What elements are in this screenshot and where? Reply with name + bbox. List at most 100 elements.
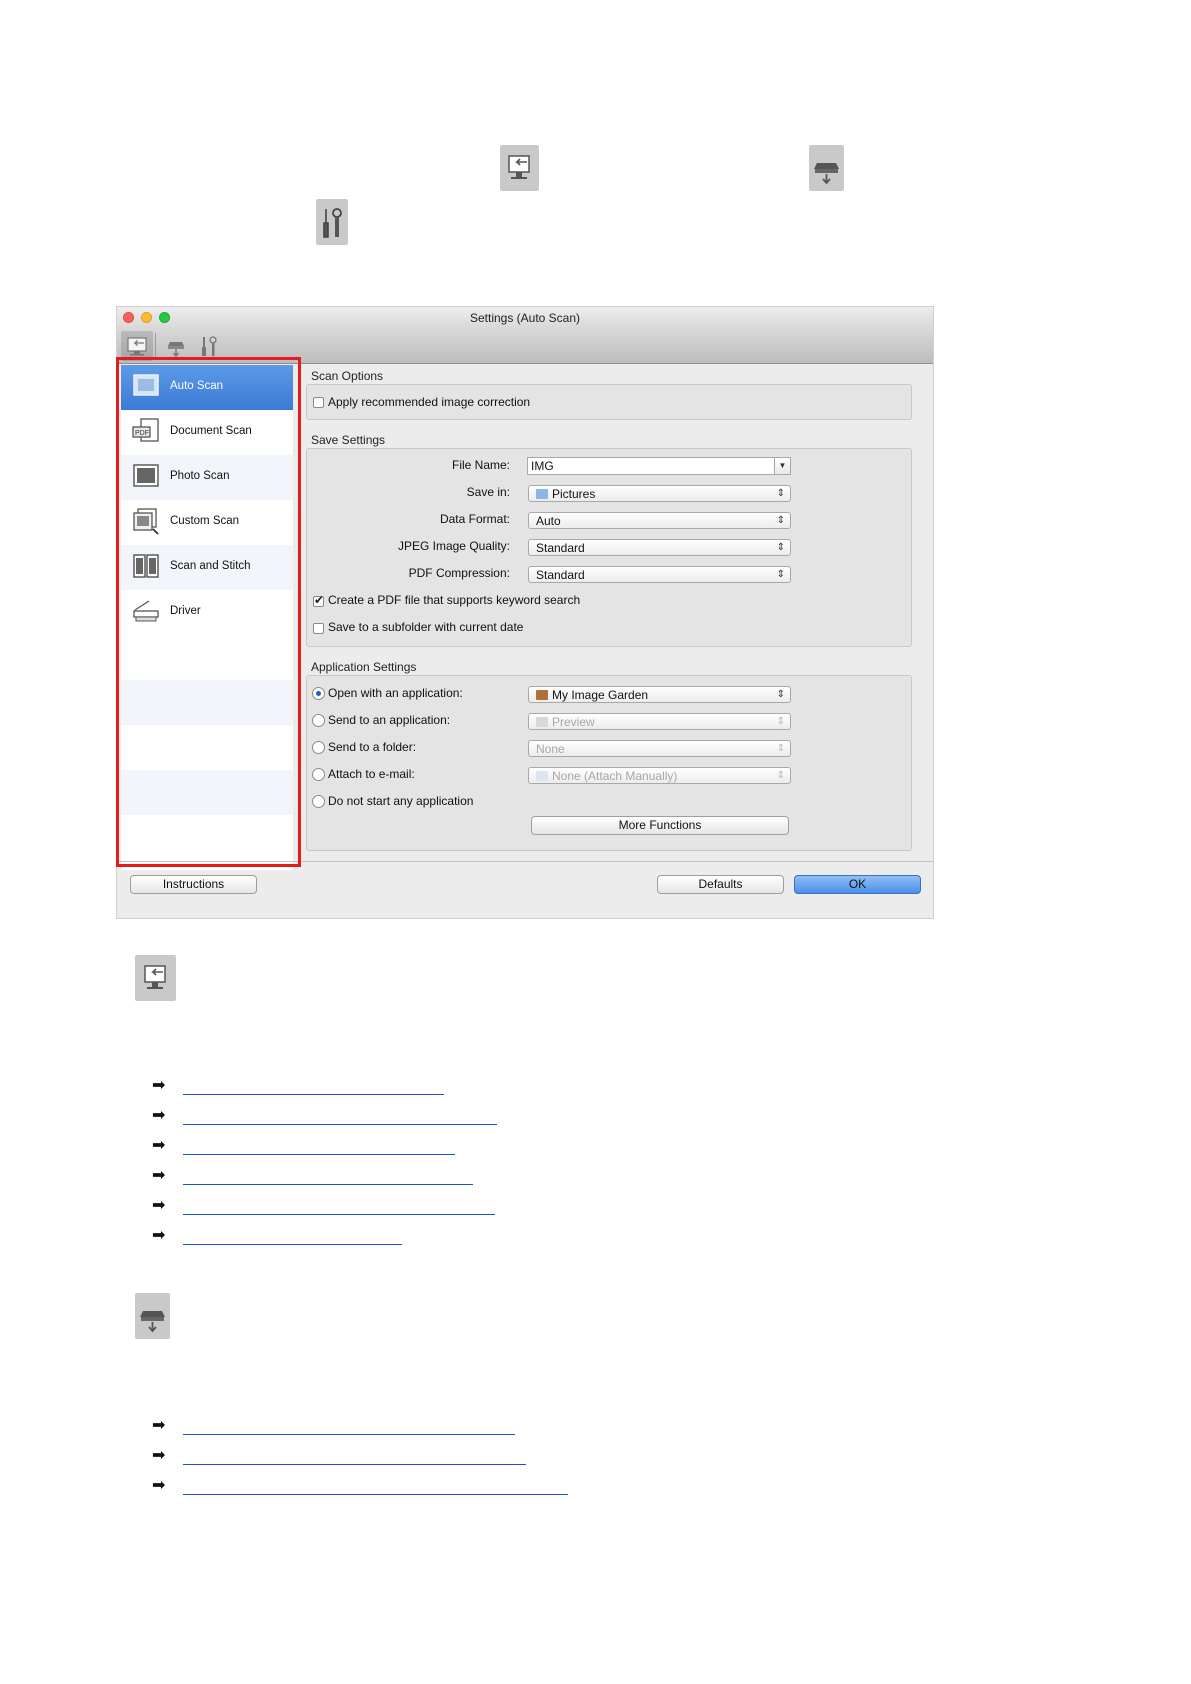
open-with-app-label: Open with an application: — [328, 686, 463, 700]
do-not-start-radio[interactable] — [312, 795, 325, 808]
open-with-app-value: My Image Garden — [552, 688, 649, 702]
pdf-document-icon: PDF — [131, 416, 161, 446]
link[interactable] — [183, 1494, 568, 1495]
updown-arrows-icon: ⇕ — [776, 488, 785, 499]
link[interactable] — [183, 1154, 455, 1155]
computer-scan-icon — [127, 337, 147, 356]
arrow-right-icon: ➡ — [152, 1137, 166, 1154]
subfolder-label: Save to a subfolder with current date — [328, 620, 524, 634]
window-title: Settings (Auto Scan) — [469, 311, 581, 325]
updown-arrows-icon: ⇕ — [776, 569, 785, 580]
jpeg-quality-popup[interactable]: Standard ⇕ — [528, 539, 791, 556]
scan-from-operation-panel-tab[interactable] — [161, 331, 191, 361]
sidebar-empty-row — [121, 635, 293, 680]
send-to-app-label: Send to an application: — [328, 713, 451, 727]
more-functions-button[interactable]: More Functions — [531, 816, 789, 835]
pdf-compression-label: PDF Compression: — [408, 566, 510, 580]
jpeg-quality-value: Standard — [536, 541, 585, 555]
sidebar-item-label: Document Scan — [170, 425, 252, 437]
attach-email-radio[interactable] — [312, 768, 325, 781]
sidebar-item-auto-scan[interactable]: Auto Scan — [121, 365, 293, 410]
arrow-right-icon: ➡ — [152, 1417, 166, 1434]
sidebar-item-custom-scan[interactable]: Custom Scan — [121, 500, 293, 545]
pdf-compression-value: Standard — [536, 568, 585, 582]
updown-arrows-icon: ⇕ — [776, 689, 785, 700]
link[interactable] — [183, 1124, 497, 1125]
send-to-folder-value: None — [536, 742, 565, 756]
tools-icon — [316, 199, 348, 245]
auto-scan-icon — [131, 371, 161, 401]
apply-correction-checkbox[interactable] — [313, 397, 324, 408]
data-format-label: Data Format: — [439, 512, 510, 526]
keyword-search-checkbox[interactable] — [313, 593, 324, 607]
sidebar-item-label: Auto Scan — [170, 380, 224, 392]
sidebar-item-document-scan[interactable]: PDF Document Scan — [121, 410, 293, 455]
folder-icon — [536, 771, 548, 781]
sidebar-item-driver[interactable]: Driver — [121, 590, 293, 635]
application-settings-title: Application Settings — [311, 660, 417, 674]
defaults-button[interactable]: Defaults — [657, 875, 784, 894]
settings-window: Settings (Auto Scan) Auto Scan PDF Docum… — [116, 306, 934, 919]
scanner-driver-icon — [131, 596, 161, 626]
link[interactable] — [183, 1214, 495, 1215]
stitch-icon — [131, 551, 161, 581]
open-with-app-popup[interactable]: My Image Garden ⇕ — [528, 686, 791, 703]
arrow-right-icon: ➡ — [152, 1477, 166, 1494]
file-name-label: File Name: — [451, 458, 510, 472]
instructions-button[interactable]: Instructions — [130, 875, 257, 894]
open-with-app-radio[interactable] — [312, 687, 325, 700]
sidebar-item-scan-and-stitch[interactable]: Scan and Stitch — [121, 545, 293, 590]
scanner-panel-icon — [809, 145, 844, 191]
subfolder-checkbox[interactable] — [313, 623, 324, 634]
link[interactable] — [183, 1184, 473, 1185]
arrow-right-icon: ➡ — [152, 1077, 166, 1094]
arrow-right-icon: ➡ — [152, 1167, 166, 1184]
updown-arrows-icon: ⇕ — [776, 743, 785, 754]
link[interactable] — [183, 1434, 515, 1435]
sidebar-item-label: Custom Scan — [170, 515, 240, 527]
sidebar-empty-row — [121, 815, 293, 860]
pdf-compression-popup[interactable]: Standard ⇕ — [528, 566, 791, 583]
send-to-app-popup: Preview ⇕ — [528, 713, 791, 730]
ok-button[interactable]: OK — [794, 875, 921, 894]
sidebar-item-label: Driver — [170, 605, 201, 617]
keyword-search-label: Create a PDF file that supports keyword … — [328, 593, 581, 607]
scan-mode-sidebar: Auto Scan PDF Document Scan Photo Scan C… — [121, 365, 293, 870]
link[interactable] — [183, 1094, 444, 1095]
general-settings-tab[interactable] — [195, 331, 223, 361]
apply-correction-label: Apply recommended image correction — [328, 395, 531, 409]
sidebar-empty-row — [121, 680, 293, 725]
preview-app-icon — [536, 717, 548, 727]
send-to-folder-radio[interactable] — [312, 741, 325, 754]
arrow-right-icon: ➡ — [152, 1107, 166, 1124]
send-to-folder-popup: None ⇕ — [528, 740, 791, 757]
tools-icon — [202, 336, 217, 356]
photo-icon — [131, 461, 161, 491]
file-name-combobox[interactable]: IMG ▼ — [527, 457, 791, 475]
custom-scan-icon — [131, 506, 161, 536]
save-in-popup[interactable]: Pictures ⇕ — [528, 485, 791, 502]
link[interactable] — [183, 1244, 402, 1245]
scan-from-computer-tab[interactable] — [121, 331, 153, 361]
file-name-value: IMG — [531, 459, 554, 473]
send-to-app-radio[interactable] — [312, 714, 325, 727]
save-in-label: Save in: — [466, 485, 510, 499]
arrow-right-icon: ➡ — [152, 1197, 166, 1214]
computer-scan-icon — [500, 145, 539, 191]
scanner-panel-icon — [135, 1293, 170, 1339]
updown-arrows-icon: ⇕ — [776, 716, 785, 727]
scan-options-title: Scan Options — [311, 369, 384, 383]
updown-arrows-icon: ⇕ — [776, 515, 785, 526]
updown-arrows-icon: ⇕ — [776, 542, 785, 553]
data-format-popup[interactable]: Auto ⇕ — [528, 512, 791, 529]
svg-text:PDF: PDF — [135, 430, 149, 437]
my-image-garden-icon — [536, 690, 548, 700]
data-format-value: Auto — [536, 514, 561, 528]
sidebar-item-photo-scan[interactable]: Photo Scan — [121, 455, 293, 500]
bottom-separator — [117, 861, 933, 862]
link[interactable] — [183, 1464, 526, 1465]
attach-email-popup: None (Attach Manually) ⇕ — [528, 767, 791, 784]
arrow-right-icon: ➡ — [152, 1447, 166, 1464]
arrow-right-icon: ➡ — [152, 1227, 166, 1244]
chevron-down-icon[interactable]: ▼ — [774, 458, 790, 474]
